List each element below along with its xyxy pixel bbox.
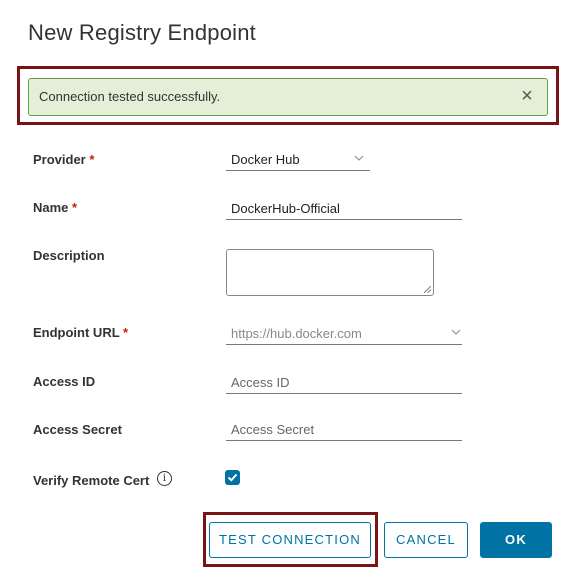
close-icon[interactable]: × — [515, 84, 539, 108]
provider-select[interactable]: Docker Hub — [226, 150, 370, 171]
checkmark-icon — [227, 473, 238, 482]
endpoint-url-placeholder: https://hub.docker.com — [231, 326, 362, 341]
cancel-button[interactable]: CANCEL — [384, 522, 468, 558]
description-label: Description — [33, 248, 105, 263]
access-secret-input[interactable]: Access Secret — [226, 419, 462, 441]
endpoint-url-label: Endpoint URL * — [33, 325, 129, 340]
required-marker: * — [123, 325, 129, 340]
required-marker: * — [72, 200, 78, 215]
name-input[interactable]: DockerHub-Official — [226, 198, 462, 220]
verify-remote-cert-checkbox[interactable] — [225, 470, 240, 485]
chevron-down-icon — [451, 327, 461, 339]
access-id-label: Access ID — [33, 374, 96, 389]
endpoint-url-select[interactable]: https://hub.docker.com — [226, 323, 462, 345]
provider-label: Provider * — [33, 152, 95, 167]
name-label: Name * — [33, 200, 78, 215]
access-id-placeholder: Access ID — [231, 375, 290, 390]
provider-value: Docker Hub — [231, 152, 300, 167]
ok-button[interactable]: OK — [480, 522, 552, 558]
description-textarea[interactable] — [226, 249, 434, 296]
success-alert: Connection tested successfully. × — [28, 78, 548, 116]
access-secret-label: Access Secret — [33, 422, 122, 437]
test-connection-button[interactable]: TEST CONNECTION — [209, 522, 371, 558]
info-icon[interactable]: i — [157, 471, 172, 486]
chevron-down-icon — [354, 153, 364, 165]
alert-message: Connection tested successfully. — [39, 89, 221, 104]
name-value: DockerHub-Official — [231, 201, 340, 216]
access-id-input[interactable]: Access ID — [226, 372, 462, 394]
access-secret-placeholder: Access Secret — [231, 422, 315, 437]
modal-title: New Registry Endpoint — [28, 20, 256, 45]
registry-endpoint-modal: New Registry Endpoint Connection tested … — [0, 0, 575, 579]
verify-remote-cert-label: Verify Remote Cert — [33, 473, 150, 488]
resize-grip-icon[interactable] — [424, 286, 431, 293]
required-marker: * — [89, 152, 95, 167]
